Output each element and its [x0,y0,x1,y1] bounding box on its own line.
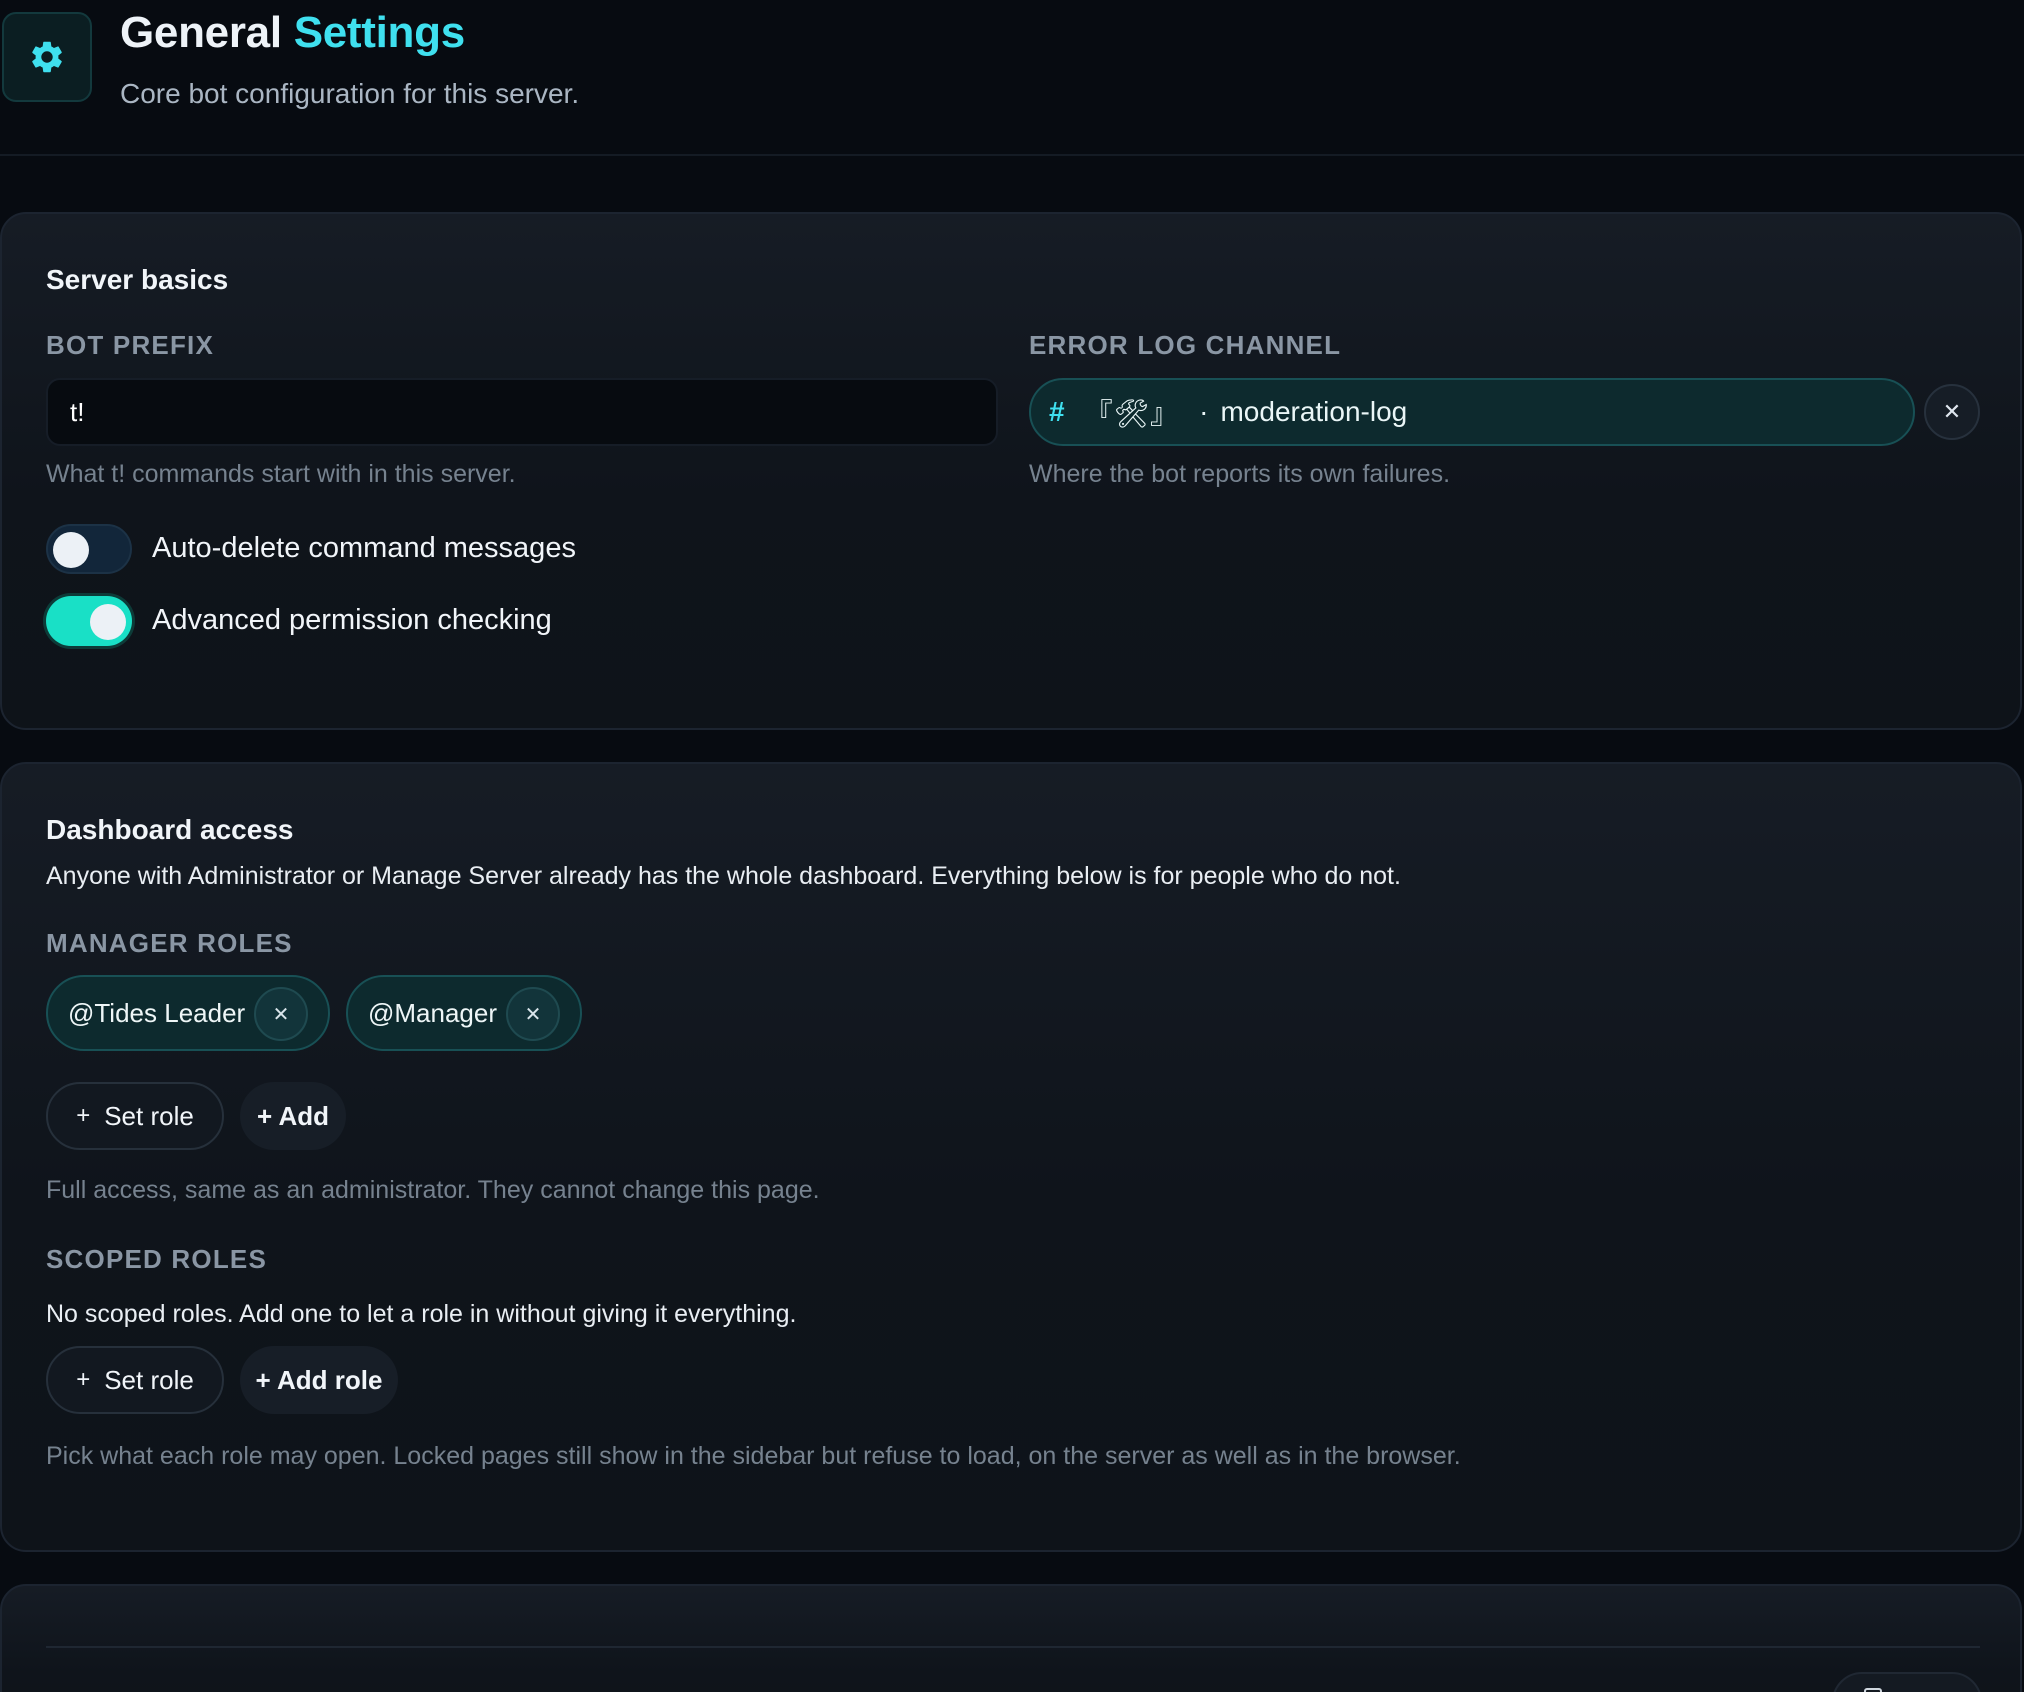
advanced-permission-label: Advanced permission checking [152,604,552,636]
error-log-label: ERROR LOG CHANNEL [1029,330,1342,360]
square-icon [1864,1688,1882,1692]
role-name: @Tides Leader [68,997,246,1028]
add-label: + Add [257,1100,329,1131]
close-icon: ✕ [272,1003,290,1026]
role-chip-tides-leader: @Tides Leader ✕ [46,975,330,1051]
page-title-accent: Settings [293,8,465,57]
advanced-permission-toggle[interactable] [46,596,132,646]
page-title-main: General [120,8,282,57]
dashboard-access-title: Dashboard access [46,814,294,845]
bot-prefix-label: BOT PREFIX [46,330,215,360]
error-log-channel-select[interactable]: # 『🛠』 · moderation-log [1029,378,1915,446]
scoped-roles-help: Pick what each role may open. Locked pag… [46,1442,1461,1470]
general-settings-page: General Settings Core bot configuration … [0,0,2024,1692]
channel-separator: · [1199,396,1209,427]
manager-add-button[interactable]: + Add [240,1082,346,1150]
server-basics-title: Server basics [46,264,229,295]
section-action-button[interactable] [1832,1672,1982,1692]
plus-icon: + [76,1366,91,1393]
section-divider [46,1646,1980,1648]
dashboard-access-card: Dashboard access Anyone with Administrat… [0,762,2022,1552]
bot-prefix-help: What t! commands start with in this serv… [46,460,516,488]
set-role-label: Set role [104,1100,194,1131]
page-subtitle: Core bot configuration for this server. [120,78,580,109]
server-basics-card: Server basics BOT PREFIX t! What t! comm… [0,212,2022,730]
gear-icon [2,12,92,102]
toggle-knob [53,532,89,568]
role-name: @Manager [368,997,498,1028]
dashboard-access-description: Anyone with Administrator or Manage Serv… [46,862,1401,890]
scoped-set-role-button[interactable]: + Set role [46,1346,224,1414]
remove-role-button[interactable]: ✕ [506,987,560,1041]
channel-decoration: 『🛠』 [1084,398,1180,429]
bot-prefix-value: t! [70,396,85,427]
page-header: General Settings Core bot configuration … [0,0,2024,156]
channel-hash-icon: # [1049,396,1065,427]
role-chip-manager: @Manager ✕ [346,975,582,1051]
manager-set-role-button[interactable]: + Set role [46,1082,224,1150]
plus-icon: + [76,1102,91,1129]
scoped-roles-label: SCOPED ROLES [46,1244,267,1274]
channel-name: moderation-log [1220,396,1408,427]
scoped-roles-empty: No scoped roles. Add one to let a role i… [46,1300,797,1328]
remove-role-button[interactable]: ✕ [254,987,308,1041]
next-section-card [0,1584,2022,1692]
auto-delete-label: Auto-delete command messages [152,532,576,564]
bot-prefix-input[interactable]: t! [46,378,998,446]
page-title: General Settings [120,8,465,58]
close-icon: ✕ [524,1003,542,1026]
auto-delete-toggle[interactable] [46,524,132,574]
clear-channel-button[interactable]: ✕ [1924,384,1980,440]
close-icon: ✕ [1942,399,1962,424]
manager-roles-help: Full access, same as an administrator. T… [46,1176,820,1204]
manager-roles-label: MANAGER ROLES [46,928,293,958]
error-log-help: Where the bot reports its own failures. [1029,460,1451,488]
toggle-knob [90,604,126,640]
set-role-label: Set role [104,1364,194,1395]
scoped-add-role-button[interactable]: + Add role [240,1346,398,1414]
add-role-label: + Add role [255,1364,383,1395]
